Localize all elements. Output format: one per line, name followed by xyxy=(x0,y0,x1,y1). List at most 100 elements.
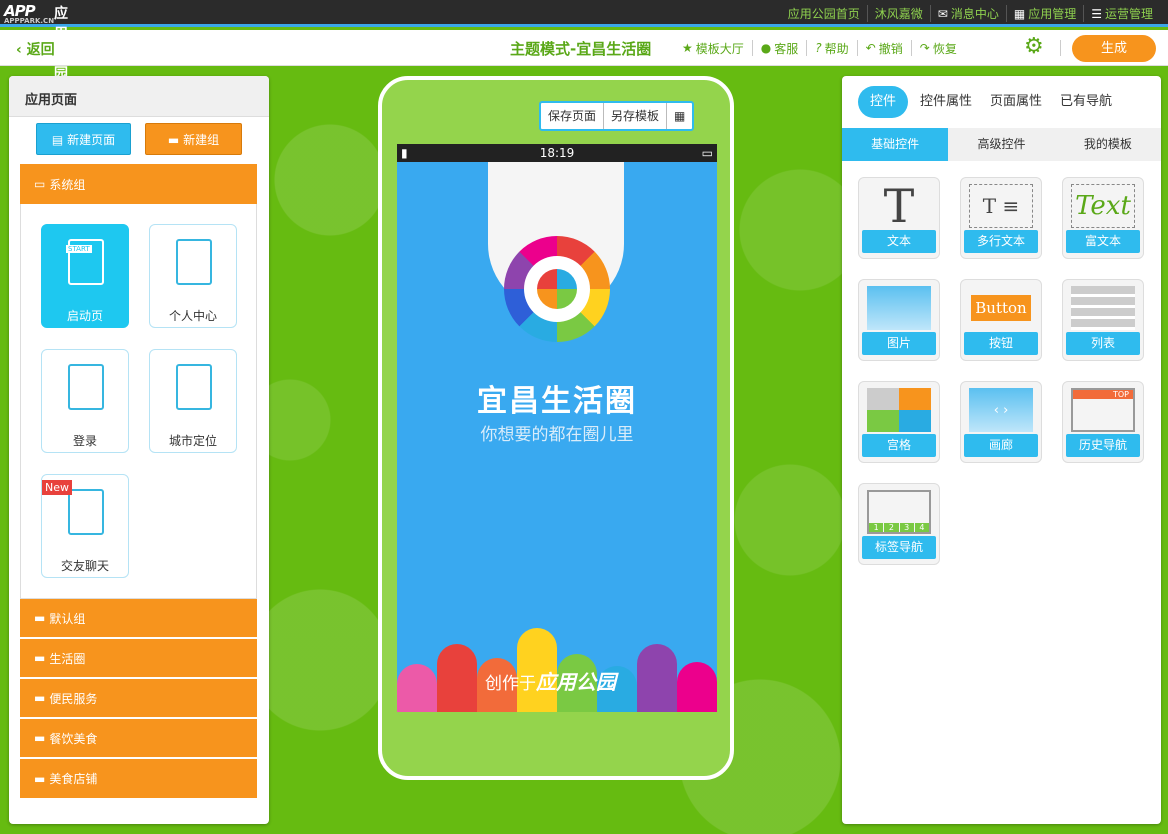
tab-nav-icon: 1 2 3 4 xyxy=(867,490,931,534)
redo-button[interactable]: ↷ 恢复 xyxy=(910,40,965,56)
mail-icon: ✉ xyxy=(937,6,948,21)
tab-page-props[interactable]: 页面属性 xyxy=(984,86,1048,118)
chat-file-icon xyxy=(68,489,104,535)
grid-icon xyxy=(867,388,931,432)
page-chat[interactable]: New 交友聊天 xyxy=(41,474,129,578)
save-template-button[interactable]: 另存模板 xyxy=(603,103,666,129)
gallery-icon: ‹ › xyxy=(969,388,1033,432)
folder-icon: ▬ xyxy=(34,611,46,625)
tab-navigation[interactable]: 已有导航 xyxy=(1054,86,1118,118)
subtab-my-templates[interactable]: 我的模板 xyxy=(1055,128,1161,161)
pages-panel: 应用页面 ▤ 新建页面 ▬ 新建组 ▭ 系统组 START 启动页 个人中心 登录… xyxy=(9,76,269,824)
back-button[interactable]: ‹ 返回 xyxy=(16,39,55,59)
redo-icon: ↷ xyxy=(919,41,930,55)
top-bar: APPAPPPARK.CN应用公园 应用公园首页 沐风嘉微 ✉消息中心 ▦应用管… xyxy=(0,0,1168,82)
group-shops[interactable]: ▬ 美食店铺 xyxy=(20,759,257,798)
nav-ops[interactable]: ☰ 运营管理 xyxy=(1083,5,1160,22)
file-icon: ▤ xyxy=(51,133,64,147)
text-icon: T xyxy=(883,179,915,233)
list-icon: ☰ xyxy=(1091,6,1102,21)
grid-icon: ▦ xyxy=(1013,6,1026,21)
help-button[interactable]: ? 帮助 xyxy=(806,40,856,56)
tab-control-props[interactable]: 控件属性 xyxy=(914,86,978,118)
qrcode-icon[interactable]: ▦ xyxy=(666,103,692,129)
group-system[interactable]: ▭ 系统组 xyxy=(20,164,257,204)
folder-icon: ▬ xyxy=(167,133,180,147)
traffic-light-icon xyxy=(677,662,717,712)
control-multiline-text[interactable]: T ≡ 多行文本 xyxy=(960,177,1042,259)
page-city-location[interactable]: 城市定位 xyxy=(149,349,237,453)
gear-icon[interactable]: ⚙ xyxy=(1024,36,1046,58)
service-button[interactable]: ● 客服 xyxy=(751,40,807,56)
subtab-basic[interactable]: 基础控件 xyxy=(842,128,949,161)
pages-panel-title: 应用页面 xyxy=(9,76,269,117)
control-gallery[interactable]: ‹ › 画廊 xyxy=(960,381,1042,463)
chevron-left-icon: ‹ xyxy=(16,42,22,58)
page-profile[interactable]: 个人中心 xyxy=(149,224,237,328)
control-rich-text[interactable]: Text 富文本 xyxy=(1062,177,1144,259)
generate-button[interactable]: 生成 xyxy=(1072,35,1156,62)
phone-screen[interactable]: ▮ 18:19 ▭ 宜昌生活圈 你想要的都在圈儿里 创作于应用公园 xyxy=(397,144,717,712)
control-button[interactable]: Button 按钮 xyxy=(960,279,1042,361)
food-icon xyxy=(397,664,437,712)
control-image[interactable]: 图片 xyxy=(858,279,940,361)
app-name: 宜昌生活圈 xyxy=(477,384,637,419)
logo[interactable]: APPAPPPARK.CN应用公园 xyxy=(4,2,68,82)
control-tab-nav[interactable]: 1 2 3 4 标签导航 xyxy=(858,483,940,565)
status-bar: ▮ 18:19 ▭ xyxy=(397,144,717,162)
group-service[interactable]: ▬ 便民服务 xyxy=(20,679,257,718)
toolbar: ‹ 返回 主题模式-宜昌生活圈 ★ 模板大厅 ● 客服 ? 帮助 ↶ 撤销 ↷ 恢复 ⚙ … xyxy=(0,30,1168,66)
page-login[interactable]: 登录 xyxy=(41,349,129,453)
nav-home[interactable]: 应用公园首页 xyxy=(781,5,867,22)
user-icon: ● xyxy=(760,41,772,55)
app-logo xyxy=(504,236,610,342)
tab-controls[interactable]: 控件 xyxy=(858,86,909,118)
new-badge: New xyxy=(42,480,72,495)
folder-icon: ▬ xyxy=(34,691,46,705)
control-list[interactable]: 列表 xyxy=(1062,279,1144,361)
list-icon xyxy=(1071,286,1135,330)
control-grid[interactable]: 宫格 xyxy=(858,381,940,463)
location-file-icon xyxy=(176,364,212,410)
undo-button[interactable]: ↶ 撤销 xyxy=(856,40,911,56)
image-icon xyxy=(867,286,931,330)
group-food[interactable]: ▬ 餐饮美食 xyxy=(20,719,257,758)
user-file-icon xyxy=(176,239,212,285)
folder-icon: ▬ xyxy=(34,771,46,786)
password-file-icon xyxy=(68,364,104,410)
folder-open-icon: ▭ xyxy=(34,177,46,191)
signal-icon: ▮ xyxy=(401,146,408,160)
history-nav-icon: TOP xyxy=(1073,390,1133,399)
nav-messages[interactable]: ✉ 消息中心 xyxy=(929,5,1006,22)
undo-icon: ↶ xyxy=(865,41,876,55)
phone-preview: 保存页面 另存模板 ▦ ▮ 18:19 ▭ 宜昌生活圈 你想要的都在圈儿里 创作… xyxy=(378,76,734,780)
group-life[interactable]: ▬ 生活圈 xyxy=(20,639,257,678)
nav-apps[interactable]: ▦ 应用管理 xyxy=(1005,5,1083,22)
folder-icon: ▬ xyxy=(34,651,46,665)
multiline-text-icon: T ≡ xyxy=(982,194,1020,218)
made-with: 创作于应用公园 xyxy=(485,670,616,694)
app-slogan: 你想要的都在圈儿里 xyxy=(480,425,634,445)
folder-icon: ▬ xyxy=(34,731,46,745)
group-default[interactable]: ▬ 默认组 xyxy=(20,599,257,638)
top-nav: 应用公园首页 沐风嘉微 ✉ 消息中心 ▦ 应用管理 ☰ 运营管理 xyxy=(781,5,1160,22)
image-file-icon: START xyxy=(66,239,104,285)
control-text[interactable]: T 文本 xyxy=(858,177,940,259)
battery-icon: ▭ xyxy=(701,146,713,160)
template-hall-button[interactable]: ★ 模板大厅 xyxy=(682,40,752,56)
preview-actions: 保存页面 另存模板 ▦ xyxy=(539,101,695,131)
star-icon: ★ xyxy=(682,41,693,55)
button-icon: Button xyxy=(971,295,1031,321)
new-page-button[interactable]: ▤ 新建页面 xyxy=(36,123,131,155)
page-startup[interactable]: START 启动页 xyxy=(41,224,129,328)
control-history-nav[interactable]: TOP 历史导航 xyxy=(1062,381,1144,463)
trash-icon xyxy=(637,644,677,712)
mail-icon xyxy=(437,644,477,712)
save-page-button[interactable]: 保存页面 xyxy=(541,103,603,129)
subtab-advanced[interactable]: 高级控件 xyxy=(948,128,1054,161)
controls-panel: 控件 控件属性 页面属性 已有导航 基础控件 高级控件 我的模板 T 文本 T … xyxy=(842,76,1161,824)
question-icon: ? xyxy=(815,41,822,55)
new-group-button[interactable]: ▬ 新建组 xyxy=(145,123,242,155)
page-title: 主题模式-宜昌生活圈 xyxy=(510,40,652,58)
nav-user[interactable]: 沐风嘉微 xyxy=(866,5,930,22)
